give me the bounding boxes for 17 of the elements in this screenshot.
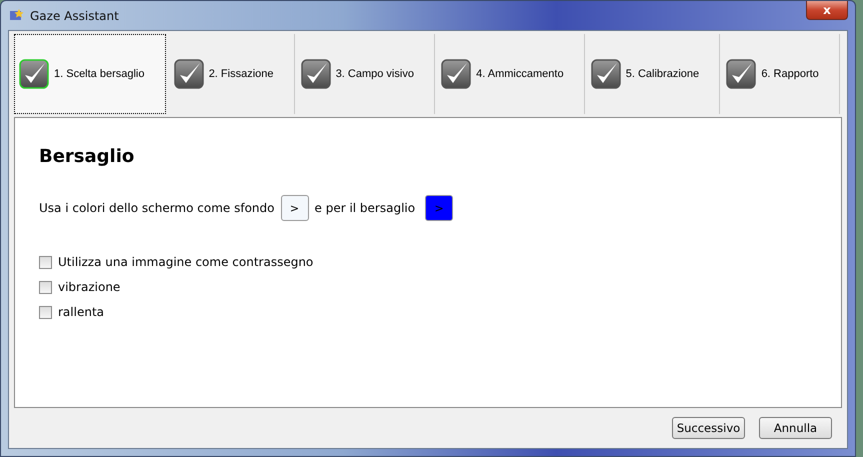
close-button[interactable]: x [806, 1, 848, 20]
color-label: e per il bersaglio [314, 201, 416, 215]
background-color-button[interactable]: > [280, 195, 308, 221]
section-heading: Bersaglio [39, 146, 136, 167]
checkbox-label: Utilizza una immagine come contrassegno [58, 255, 314, 269]
step-tab[interactable]: 3. Campo visivo [296, 34, 436, 114]
step-tab[interactable]: 1. Scelta bersaglio [14, 34, 166, 114]
step-tab[interactable]: 5. Calibrazione [586, 34, 720, 114]
dialog-button[interactable]: Successivo [672, 417, 745, 439]
window-title: Gaze Assistant [30, 8, 119, 22]
checkbox-label: vibrazione [58, 280, 120, 294]
dialog-button[interactable]: Annulla [759, 417, 832, 439]
step-tab[interactable]: 4. Ammiccamento [437, 34, 585, 114]
step-tab[interactable]: 2. Fissazione [170, 34, 295, 114]
color-label: Usa i colori dello schermo come sfondo [39, 201, 274, 215]
checkbox-label: rallenta [58, 305, 104, 319]
step-tab[interactable]: 6. Rapporto [722, 34, 840, 114]
